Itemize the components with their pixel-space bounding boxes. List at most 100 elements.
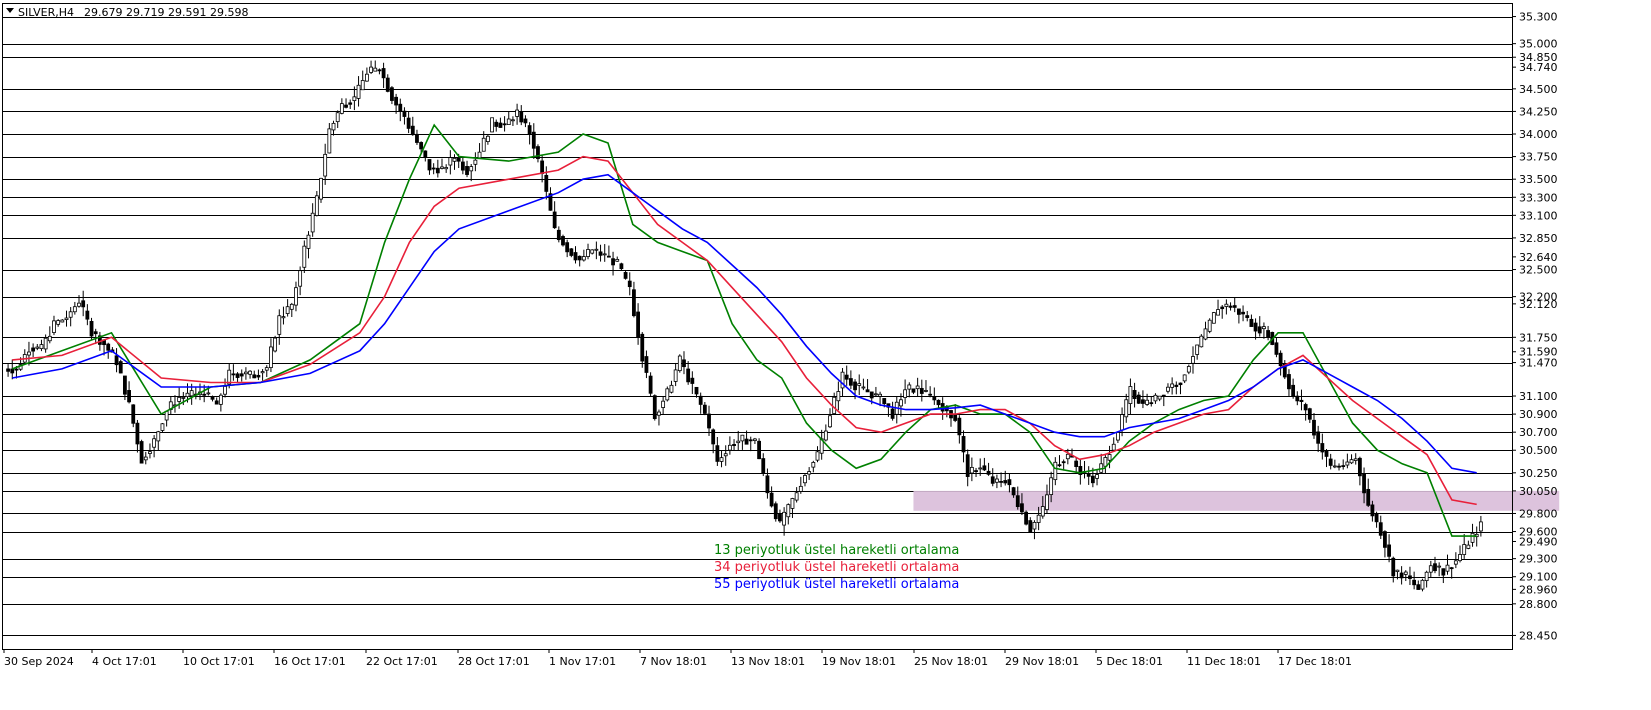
candle-body bbox=[527, 125, 532, 135]
candle-body bbox=[790, 498, 795, 509]
candle-body bbox=[581, 256, 586, 261]
candle-body bbox=[465, 166, 469, 175]
candle-body bbox=[1478, 521, 1483, 532]
candle-body bbox=[444, 167, 449, 170]
candle-body bbox=[373, 67, 378, 72]
candle-body bbox=[1132, 390, 1137, 400]
candle-body bbox=[477, 151, 482, 159]
candle-body bbox=[285, 306, 290, 314]
candle-body bbox=[1224, 303, 1229, 307]
candle-body bbox=[1178, 382, 1183, 386]
candle-body bbox=[594, 248, 599, 251]
y-tick-label: 30.050 bbox=[1519, 485, 1558, 498]
candle-body bbox=[427, 159, 432, 171]
candle-body bbox=[798, 485, 803, 492]
candle-body bbox=[552, 211, 557, 229]
candle-body bbox=[1387, 544, 1391, 557]
candle-body bbox=[723, 453, 728, 457]
x-tick-label: 1 Nov 17:01 bbox=[549, 655, 616, 668]
candle-body bbox=[235, 373, 240, 378]
candle-body bbox=[419, 142, 424, 150]
legend-ema34: 34 periyotluk üstel hareketli ortalama bbox=[714, 560, 959, 575]
candle-body bbox=[1145, 399, 1150, 405]
candle-body bbox=[569, 248, 574, 256]
candle-body bbox=[561, 236, 565, 246]
y-tick-label: 32.640 bbox=[1519, 251, 1558, 264]
candle-body bbox=[490, 117, 494, 133]
candle-body bbox=[556, 229, 561, 241]
candle-body bbox=[327, 128, 332, 154]
candle-body bbox=[377, 69, 382, 72]
candle-body bbox=[515, 109, 519, 117]
candle-body bbox=[807, 471, 812, 475]
candle-body bbox=[761, 458, 766, 474]
candle-body bbox=[1307, 408, 1312, 420]
candle-body bbox=[160, 423, 165, 431]
candle-body bbox=[832, 396, 837, 414]
candle-body bbox=[615, 258, 620, 262]
candle-body bbox=[289, 303, 294, 310]
y-tick-label: 31.470 bbox=[1519, 357, 1558, 370]
candle-body bbox=[273, 337, 278, 352]
candle-body bbox=[1249, 318, 1254, 327]
candle-body bbox=[1170, 383, 1175, 388]
candle-body bbox=[43, 337, 48, 350]
y-tick-label: 33.500 bbox=[1519, 173, 1558, 186]
candle-body bbox=[1316, 431, 1321, 444]
candle-body bbox=[1207, 319, 1212, 332]
candle-body bbox=[1332, 465, 1337, 468]
candle-body bbox=[135, 422, 140, 445]
candle-body bbox=[627, 280, 632, 288]
candle-body bbox=[1128, 386, 1133, 404]
candle-body bbox=[314, 195, 319, 216]
candle-body bbox=[348, 102, 353, 105]
candle-body bbox=[1383, 531, 1387, 548]
candle-body bbox=[460, 161, 465, 171]
chart[interactable]: 35.300 35.000 34.850 34.740 34.500 34.250 34.0… bbox=[0, 0, 1651, 706]
candle-body bbox=[736, 440, 741, 444]
candle-body bbox=[85, 310, 90, 320]
candle-body bbox=[1324, 450, 1329, 457]
candle-body bbox=[1362, 473, 1366, 494]
candle-body bbox=[1345, 461, 1350, 466]
candle-body bbox=[611, 258, 615, 266]
candle-body bbox=[181, 397, 186, 399]
candle-body bbox=[1090, 475, 1095, 484]
x-tick-label: 29 Nov 18:01 bbox=[1005, 655, 1079, 668]
x-tick-label: 17 Dec 18:01 bbox=[1278, 655, 1352, 668]
candle-body bbox=[469, 166, 474, 172]
candle-body bbox=[661, 400, 666, 408]
candle-body bbox=[957, 417, 962, 436]
candle-body bbox=[114, 355, 119, 366]
y-tick-label: 28.960 bbox=[1519, 583, 1558, 596]
candle-body bbox=[1161, 394, 1166, 397]
y-tick-label: 34.250 bbox=[1519, 105, 1558, 118]
candle-body bbox=[573, 252, 578, 261]
candle-body bbox=[431, 167, 436, 170]
candle-body bbox=[719, 457, 724, 462]
candle-body bbox=[1011, 487, 1016, 496]
candle-body bbox=[982, 465, 987, 471]
candle-body bbox=[744, 438, 749, 445]
candle-body bbox=[148, 451, 152, 454]
y-tick-label: 33.300 bbox=[1519, 191, 1558, 204]
candle-body bbox=[715, 445, 720, 462]
candle-body bbox=[1149, 402, 1154, 405]
candle-body bbox=[352, 96, 357, 102]
y-tick-label: 28.800 bbox=[1519, 598, 1558, 611]
y-tick-label: 30.250 bbox=[1519, 467, 1558, 480]
candle-body bbox=[1032, 521, 1037, 530]
candle-body bbox=[823, 430, 828, 441]
candle-body bbox=[77, 302, 81, 307]
candle-body bbox=[269, 346, 273, 368]
candle-body bbox=[1049, 477, 1054, 495]
candle-body bbox=[231, 373, 236, 376]
candle-body bbox=[978, 467, 983, 470]
y-tick-label: 32.850 bbox=[1519, 232, 1558, 245]
candle-body bbox=[811, 462, 816, 468]
candle-body bbox=[485, 135, 490, 142]
candle-body bbox=[1216, 309, 1220, 316]
candle-body bbox=[1320, 443, 1325, 453]
y-tick-label: 29.800 bbox=[1519, 507, 1558, 520]
candle-body bbox=[152, 438, 157, 448]
